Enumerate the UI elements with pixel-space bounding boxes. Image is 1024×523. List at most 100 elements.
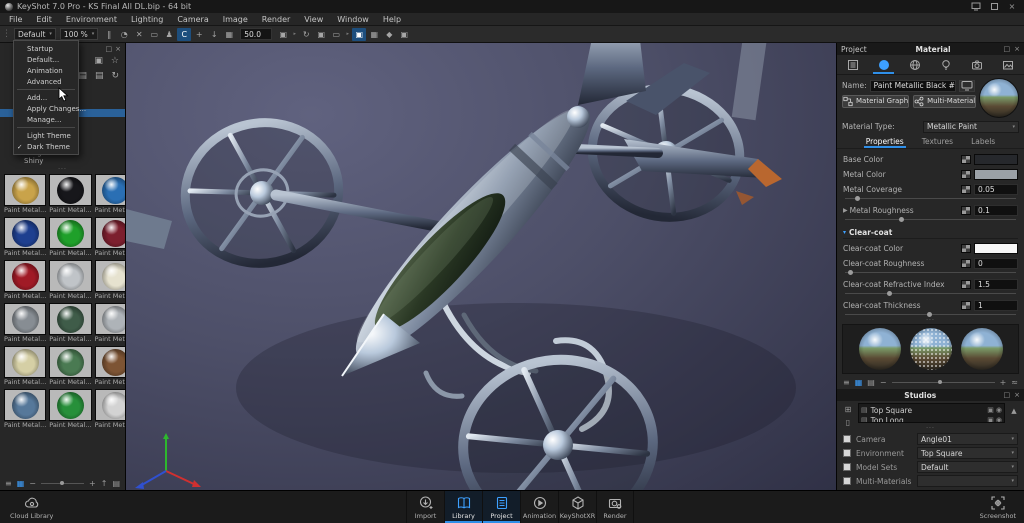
list-view-icon[interactable]: ≡ — [5, 479, 12, 488]
realtime-render-toggle-icon[interactable]: C — [177, 28, 191, 41]
texture-map-icon[interactable] — [961, 170, 971, 179]
preset-menu-item[interactable]: Manage... — [14, 114, 78, 125]
region-render-icon[interactable]: ▭ — [147, 28, 161, 41]
add-studio-icon[interactable]: ⊞ — [845, 405, 852, 414]
scene-set-checkbox[interactable] — [843, 463, 851, 471]
thumbnail-size-slider[interactable] — [41, 481, 84, 486]
metal-roughness-slider[interactable] — [845, 216, 1016, 222]
cloud-folder-icon[interactable]: ▤ — [112, 479, 120, 488]
material-thumb[interactable]: Paint Metal... — [49, 303, 91, 344]
preset-menu-item[interactable]: Startup — [14, 43, 78, 54]
preset-menu-item[interactable] — [17, 127, 75, 128]
material-thumb[interactable]: Paint Metal... — [95, 217, 125, 258]
tab-properties[interactable]: Properties — [864, 135, 906, 148]
zoom-in-icon[interactable]: + — [89, 479, 96, 488]
history-icon[interactable]: ◔ — [117, 28, 131, 41]
pan-tool-icon[interactable]: + — [192, 28, 206, 41]
studio-camera-icon[interactable]: ▣ — [987, 406, 994, 414]
texture-map-icon[interactable] — [961, 244, 971, 253]
metal-coverage-slider[interactable] — [845, 195, 1016, 201]
tab-textures[interactable]: Textures — [920, 135, 955, 148]
grid-snap-icon[interactable]: ▦ — [367, 28, 381, 41]
display-mode-caret-icon[interactable]: ▸ — [344, 28, 351, 41]
clearcoat-refraction-slider[interactable] — [845, 290, 1016, 296]
clearcoat-color-swatch[interactable] — [974, 243, 1018, 254]
favorites-star-icon[interactable]: ☆ — [111, 56, 119, 66]
library-tree-item[interactable]: Shiny — [0, 157, 125, 165]
display-mode-icon[interactable]: ▭ — [329, 28, 343, 41]
clearcoat-section-header[interactable]: ▾ Clear-coat — [843, 226, 1018, 239]
menu-item[interactable]: Edit — [29, 13, 59, 25]
realtime-3d-viewport[interactable] — [126, 43, 836, 490]
camera-preset-caret-icon[interactable]: ▸ — [291, 28, 298, 41]
scene-set-dropdown[interactable]: Angle01 ▾ — [917, 433, 1018, 445]
menu-item[interactable]: Image — [216, 13, 255, 25]
slider-knob[interactable] — [887, 291, 892, 296]
preset-menu-item[interactable]: Default... — [14, 54, 78, 65]
upload-icon[interactable]: ↑ — [101, 479, 108, 488]
studio-row[interactable]: ▤ Top Long ▣ ◉ — [861, 415, 1002, 423]
studio-camera-icon[interactable]: ▣ — [987, 416, 994, 423]
preset-menu-item[interactable]: Light Theme — [14, 130, 78, 141]
texture-map-icon[interactable] — [961, 155, 971, 164]
render-preview-icon[interactable] — [959, 80, 975, 92]
multi-material-button[interactable]: Multi-Material — [913, 95, 976, 108]
texture-map-icon[interactable] — [961, 206, 971, 215]
material-type-dropdown[interactable]: Metallic Paint ▾ — [923, 121, 1019, 133]
clearcoat-roughness-slider[interactable] — [845, 269, 1016, 275]
material-thumb[interactable]: Paint Metal... — [4, 303, 46, 344]
splitter-grip[interactable]: ··· — [837, 317, 1024, 323]
preset-menu-item[interactable]: Animation — [14, 65, 78, 76]
menu-item[interactable]: View — [297, 13, 330, 25]
toolbar-drag-handle[interactable]: ⋮ — [2, 29, 11, 39]
collapse-studios-icon[interactable]: ▲ — [1008, 403, 1020, 423]
studio-environment-icon[interactable]: ◉ — [996, 416, 1002, 423]
image-preview-icon[interactable]: ▣ — [94, 56, 103, 66]
walkthrough-icon[interactable]: ♟ — [162, 28, 176, 41]
preset-menu-item[interactable]: Advanced — [14, 76, 78, 87]
scene-set-dropdown[interactable]: Default ▾ — [917, 461, 1018, 473]
material-variant-sphere[interactable] — [910, 328, 952, 370]
library-button[interactable]: Library — [444, 491, 482, 523]
slider-knob[interactable] — [848, 270, 853, 275]
tab-image[interactable] — [993, 55, 1024, 74]
scene-set-checkbox[interactable] — [843, 477, 851, 485]
scene-set-dropdown[interactable]: ▾ — [917, 475, 1018, 487]
scene-set-checkbox[interactable] — [843, 449, 851, 457]
cloud-upload-folder-icon[interactable]: ▤ — [95, 71, 104, 81]
base-color-swatch[interactable] — [974, 154, 1018, 165]
material-thumb[interactable]: Paint Metal... — [49, 346, 91, 387]
tree-view-icon[interactable]: ▤ — [867, 378, 875, 387]
clearcoat-thickness-value[interactable]: 1 — [974, 300, 1018, 311]
refresh-library-icon[interactable]: ↻ — [111, 71, 119, 81]
tab-labels[interactable]: Labels — [969, 135, 997, 148]
maximize-button[interactable] — [987, 1, 1001, 12]
material-thumb[interactable]: Paint Metal... — [95, 389, 125, 430]
material-thumb[interactable]: Paint Metal... — [49, 217, 91, 258]
material-thumb[interactable]: Paint Metal... — [4, 389, 46, 430]
texture-map-icon[interactable] — [961, 280, 971, 289]
geometry-view-icon[interactable]: ▣ — [352, 28, 366, 41]
close-button[interactable]: × — [1005, 1, 1019, 12]
scene-set-dropdown[interactable]: Top Square ▾ — [917, 447, 1018, 459]
cloud-library-button[interactable]: Cloud Library — [10, 495, 53, 520]
texture-map-icon[interactable] — [961, 185, 971, 194]
preset-menu-item[interactable]: ✓ Dark Theme — [14, 141, 78, 152]
material-thumb[interactable]: Paint Metal... — [49, 174, 91, 215]
tab-camera[interactable] — [962, 55, 993, 74]
close-panel-icon[interactable]: × — [1014, 45, 1020, 53]
menu-item[interactable]: Environment — [59, 13, 124, 25]
duplicate-view-icon[interactable]: ▣ — [314, 28, 328, 41]
list-view-icon[interactable]: ≡ — [843, 378, 850, 387]
clearcoat-thickness-slider[interactable] — [845, 311, 1016, 317]
material-thumb[interactable]: Paint Metal... — [4, 346, 46, 387]
material-variant-sphere[interactable] — [961, 328, 1003, 370]
float-panel-icon[interactable]: □ — [1004, 391, 1011, 399]
menu-item[interactable]: Lighting — [124, 13, 170, 25]
menu-item[interactable]: Camera — [170, 13, 215, 25]
close-panel-icon[interactable]: × — [115, 45, 121, 53]
clearcoat-roughness-value[interactable]: 0 — [974, 258, 1018, 269]
material-preview-sphere[interactable] — [979, 78, 1019, 118]
flip-tool-icon[interactable]: ✕ — [132, 28, 146, 41]
material-thumb[interactable]: Paint Metal... — [95, 174, 125, 215]
